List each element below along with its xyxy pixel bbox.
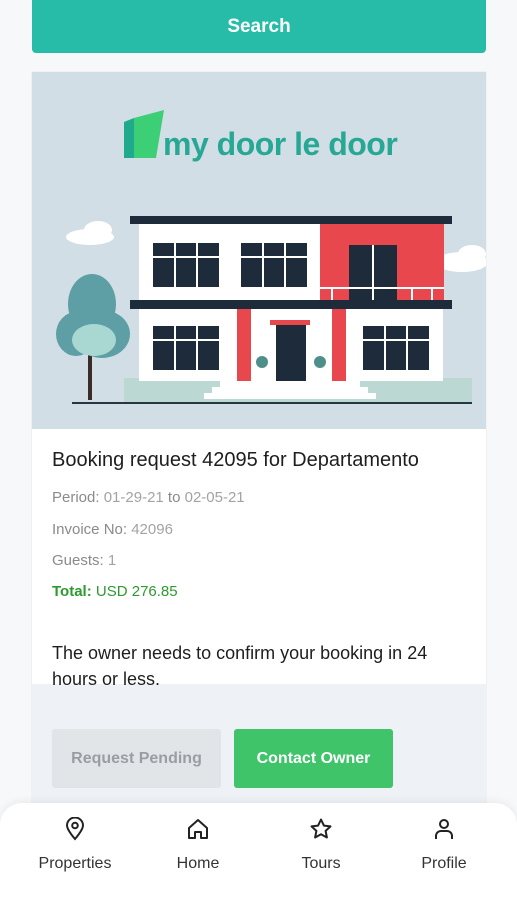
- tab-tours[interactable]: Tours: [261, 803, 381, 900]
- tab-profile[interactable]: Profile: [384, 803, 504, 900]
- search-button[interactable]: Search: [32, 0, 486, 53]
- invoice-label: Invoice No:: [52, 521, 128, 538]
- brand-logo-icon: [124, 110, 164, 158]
- tab-home-label: Home: [176, 855, 220, 872]
- guests-row: Guests: 1: [52, 552, 116, 569]
- period-label: Period:: [52, 489, 100, 506]
- bottom-tab-bar: Properties Home Tours Profile: [0, 803, 517, 900]
- hero-banner: my door le door: [32, 72, 486, 429]
- total-value: USD 276.85: [95, 583, 178, 600]
- period-from: 01-29-21: [103, 489, 164, 506]
- home-icon: [188, 819, 208, 839]
- tab-properties-label: Properties: [38, 855, 112, 872]
- star-icon: [310, 818, 332, 839]
- brand-logo-text: my door le door: [163, 126, 398, 162]
- total-row: Total: USD 276.85: [52, 583, 178, 600]
- guests-label: Guests:: [52, 552, 104, 569]
- booking-title: Booking request 42095 for Departamento: [52, 449, 419, 471]
- period-to-word: to: [167, 489, 181, 506]
- confirmation-notice: The owner needs to confirm your booking …: [52, 643, 428, 689]
- user-icon: [435, 819, 453, 839]
- tab-properties[interactable]: Properties: [15, 803, 135, 900]
- invoice-row: Invoice No: 42096: [52, 521, 173, 538]
- map-pin-icon: [65, 817, 85, 841]
- request-pending-button[interactable]: Request Pending: [52, 729, 221, 788]
- tab-profile-label: Profile: [421, 855, 467, 872]
- guests-value: 1: [107, 552, 117, 569]
- period-to: 02-05-21: [184, 489, 245, 506]
- total-label: Total:: [52, 583, 92, 600]
- period-row: Period: 01-29-21 to 02-05-21: [52, 489, 245, 506]
- invoice-value: 42096: [131, 521, 173, 538]
- contact-owner-button[interactable]: Contact Owner: [234, 729, 393, 788]
- tab-home[interactable]: Home: [138, 803, 258, 900]
- booking-card: my door le door Booking request 42095 fo…: [32, 72, 486, 832]
- tab-tours-label: Tours: [301, 855, 341, 872]
